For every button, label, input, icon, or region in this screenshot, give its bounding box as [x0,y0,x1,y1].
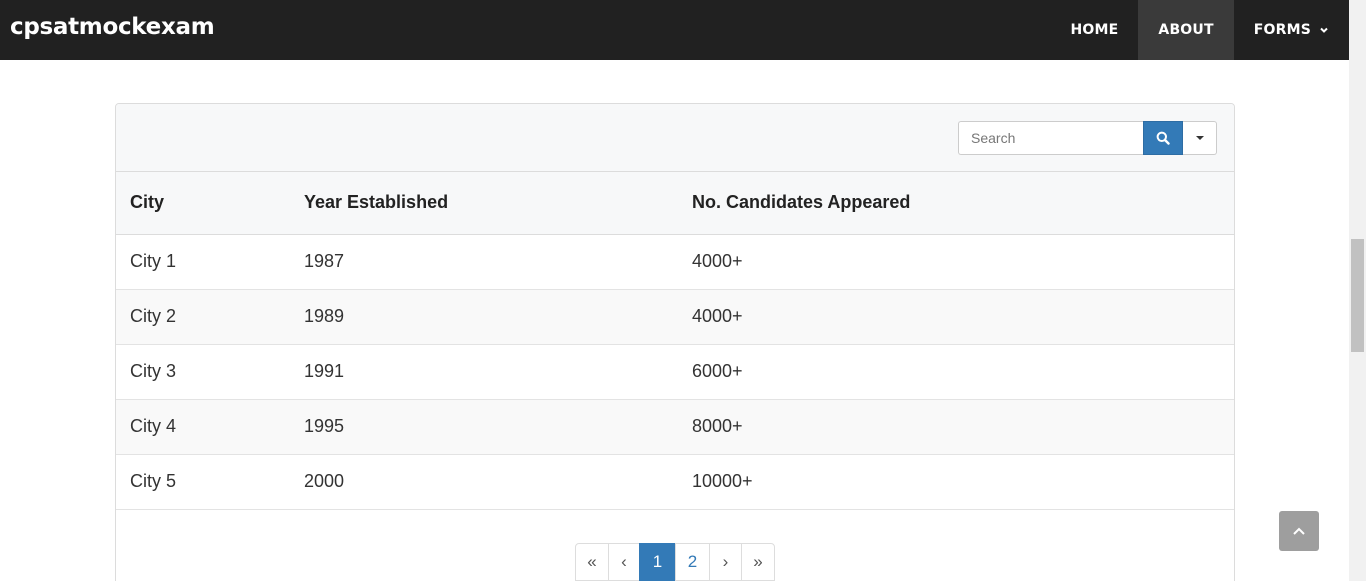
cell-candidates: 8000+ [678,399,1234,455]
table-row: City 2 1989 4000+ [116,289,1234,345]
cell-year: 2000 [290,454,678,510]
pagination-last-button[interactable]: » [741,543,775,581]
pagination-prev-button[interactable]: ‹ [608,543,640,581]
nav-item-forms[interactable]: FORMS [1234,0,1349,60]
table-row: City 3 1991 6000+ [116,344,1234,400]
pagination-next-button[interactable]: › [709,543,742,581]
cell-candidates: 4000+ [678,289,1234,345]
search-group [958,121,1217,155]
cell-year: 1987 [290,234,678,290]
data-table: City Year Established No. Candidates App… [116,172,1234,510]
back-to-top-button[interactable] [1279,511,1319,551]
column-header-year-established[interactable]: Year Established [290,172,678,235]
nav-item-label: ABOUT [1158,22,1214,38]
search-icon [1156,131,1170,145]
column-header-candidates-appeared[interactable]: No. Candidates Appeared [678,172,1234,235]
cell-city: City 3 [116,344,290,400]
table-header-row: City Year Established No. Candidates App… [116,172,1234,235]
table-panel: City Year Established No. Candidates App… [115,103,1235,581]
chevron-up-icon [1293,527,1305,535]
nav-item-label: FORMS [1253,22,1311,38]
pagination-page-2[interactable]: 2 [675,543,710,581]
search-input[interactable] [958,121,1143,155]
pagination: « ‹ 1 2 › » [575,543,775,581]
cell-candidates: 6000+ [678,344,1234,400]
brand-logo[interactable]: cpsatmockexam [10,14,215,40]
cell-candidates: 4000+ [678,234,1234,290]
page: cpsatmockexam HOME ABOUT FORMS Search Ci… [0,0,1366,581]
cell-year: 1991 [290,344,678,400]
pagination-first-button[interactable]: « [575,543,609,581]
cell-city: City 4 [116,399,290,455]
nav-menu: HOME ABOUT FORMS [1050,0,1349,60]
table-row: City 1 1987 4000+ [116,234,1234,290]
nav-item-label: HOME [1070,22,1119,38]
cell-city: City 2 [116,289,290,345]
table-row: City 4 1995 8000+ [116,399,1234,455]
nav-item-about[interactable]: ABOUT [1138,0,1234,60]
table-row: City 5 2000 10000+ [116,454,1234,510]
caret-down-icon [1195,136,1204,140]
navbar: cpsatmockexam HOME ABOUT FORMS [0,0,1349,60]
cell-year: 1989 [290,289,678,345]
cell-year: 1995 [290,399,678,455]
cell-city: City 5 [116,454,290,510]
scrollbar-thumb[interactable] [1351,239,1364,352]
column-header-city[interactable]: City [116,172,290,235]
nav-item-home[interactable]: HOME [1050,0,1138,60]
search-button[interactable] [1143,121,1183,155]
table-toolbar [116,104,1234,172]
cell-candidates: 10000+ [678,454,1234,510]
search-options-dropdown[interactable] [1183,121,1217,155]
pagination-page-1[interactable]: 1 [639,543,676,581]
chevron-down-icon [1320,27,1328,33]
cell-city: City 1 [116,234,290,290]
